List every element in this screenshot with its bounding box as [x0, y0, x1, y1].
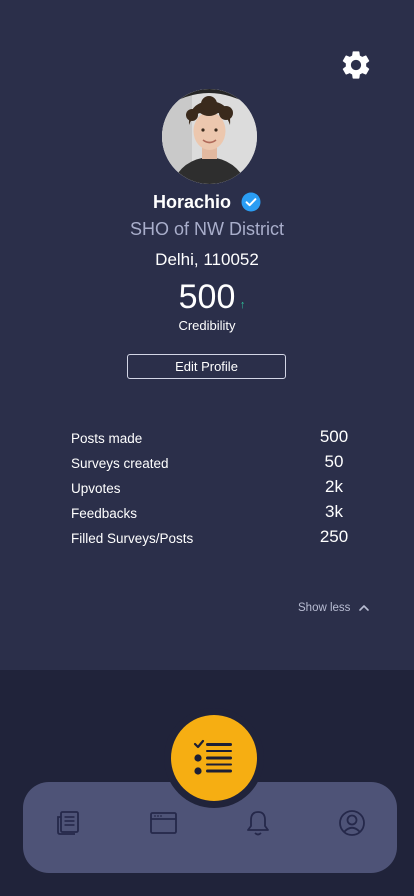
profile-location: Delhi, 110052 [155, 250, 259, 269]
credibility-value-wrap: 500 ↑ [178, 278, 246, 317]
edit-profile-button[interactable]: Edit Profile [127, 354, 286, 379]
stat-row-posts: Posts made 500 [0, 427, 414, 452]
bell-icon[interactable] [243, 808, 273, 838]
credibility-value: 500 [178, 278, 236, 316]
settings-gear-icon[interactable] [339, 48, 373, 82]
stat-label: Filled Surveys/Posts [71, 531, 194, 546]
surveys-fab-button[interactable] [171, 715, 257, 801]
stats-list: Posts made 500 Surveys created 50 Upvote… [0, 427, 414, 552]
credibility-score: 500 ↑ [0, 278, 414, 317]
stat-value: 3k [325, 502, 343, 521]
stat-label: Upvotes [71, 481, 121, 496]
profile-name: Horachio [152, 191, 231, 212]
user-icon[interactable] [337, 808, 367, 838]
stat-row-upvotes: Upvotes 2k [0, 477, 414, 502]
checklist-icon [193, 739, 232, 775]
stat-label: Feedbacks [71, 506, 138, 521]
trend-up-icon: ↑ [239, 299, 246, 311]
stat-label: Posts made [71, 431, 143, 446]
profile-photo [162, 89, 257, 184]
stat-value: 50 [324, 452, 344, 471]
chevron-up-icon [359, 605, 370, 611]
browser-icon[interactable] [148, 808, 178, 838]
stat-row-surveys: Surveys created 50 [0, 452, 414, 477]
stat-value: 2k [325, 477, 343, 496]
show-less-label: Show less [298, 602, 351, 614]
stat-row-feedbacks: Feedbacks 3k [0, 502, 414, 527]
profile-role: SHO of NW District [129, 219, 284, 239]
profile-card: Horachio SHO of NW District Delhi, 11005… [0, 0, 414, 670]
credibility-label: Credibility [178, 318, 236, 333]
stat-row-filled: Filled Surveys/Posts 250 [0, 527, 414, 552]
news-icon[interactable] [53, 808, 83, 838]
stat-value: 250 [319, 527, 349, 546]
show-less-toggle[interactable]: Show less [298, 599, 370, 617]
verified-badge-icon [241, 192, 261, 212]
stat-value: 500 [319, 427, 349, 446]
name-row: Horachio [0, 188, 414, 216]
avatar [162, 89, 257, 184]
stat-label: Surveys created [71, 456, 169, 471]
